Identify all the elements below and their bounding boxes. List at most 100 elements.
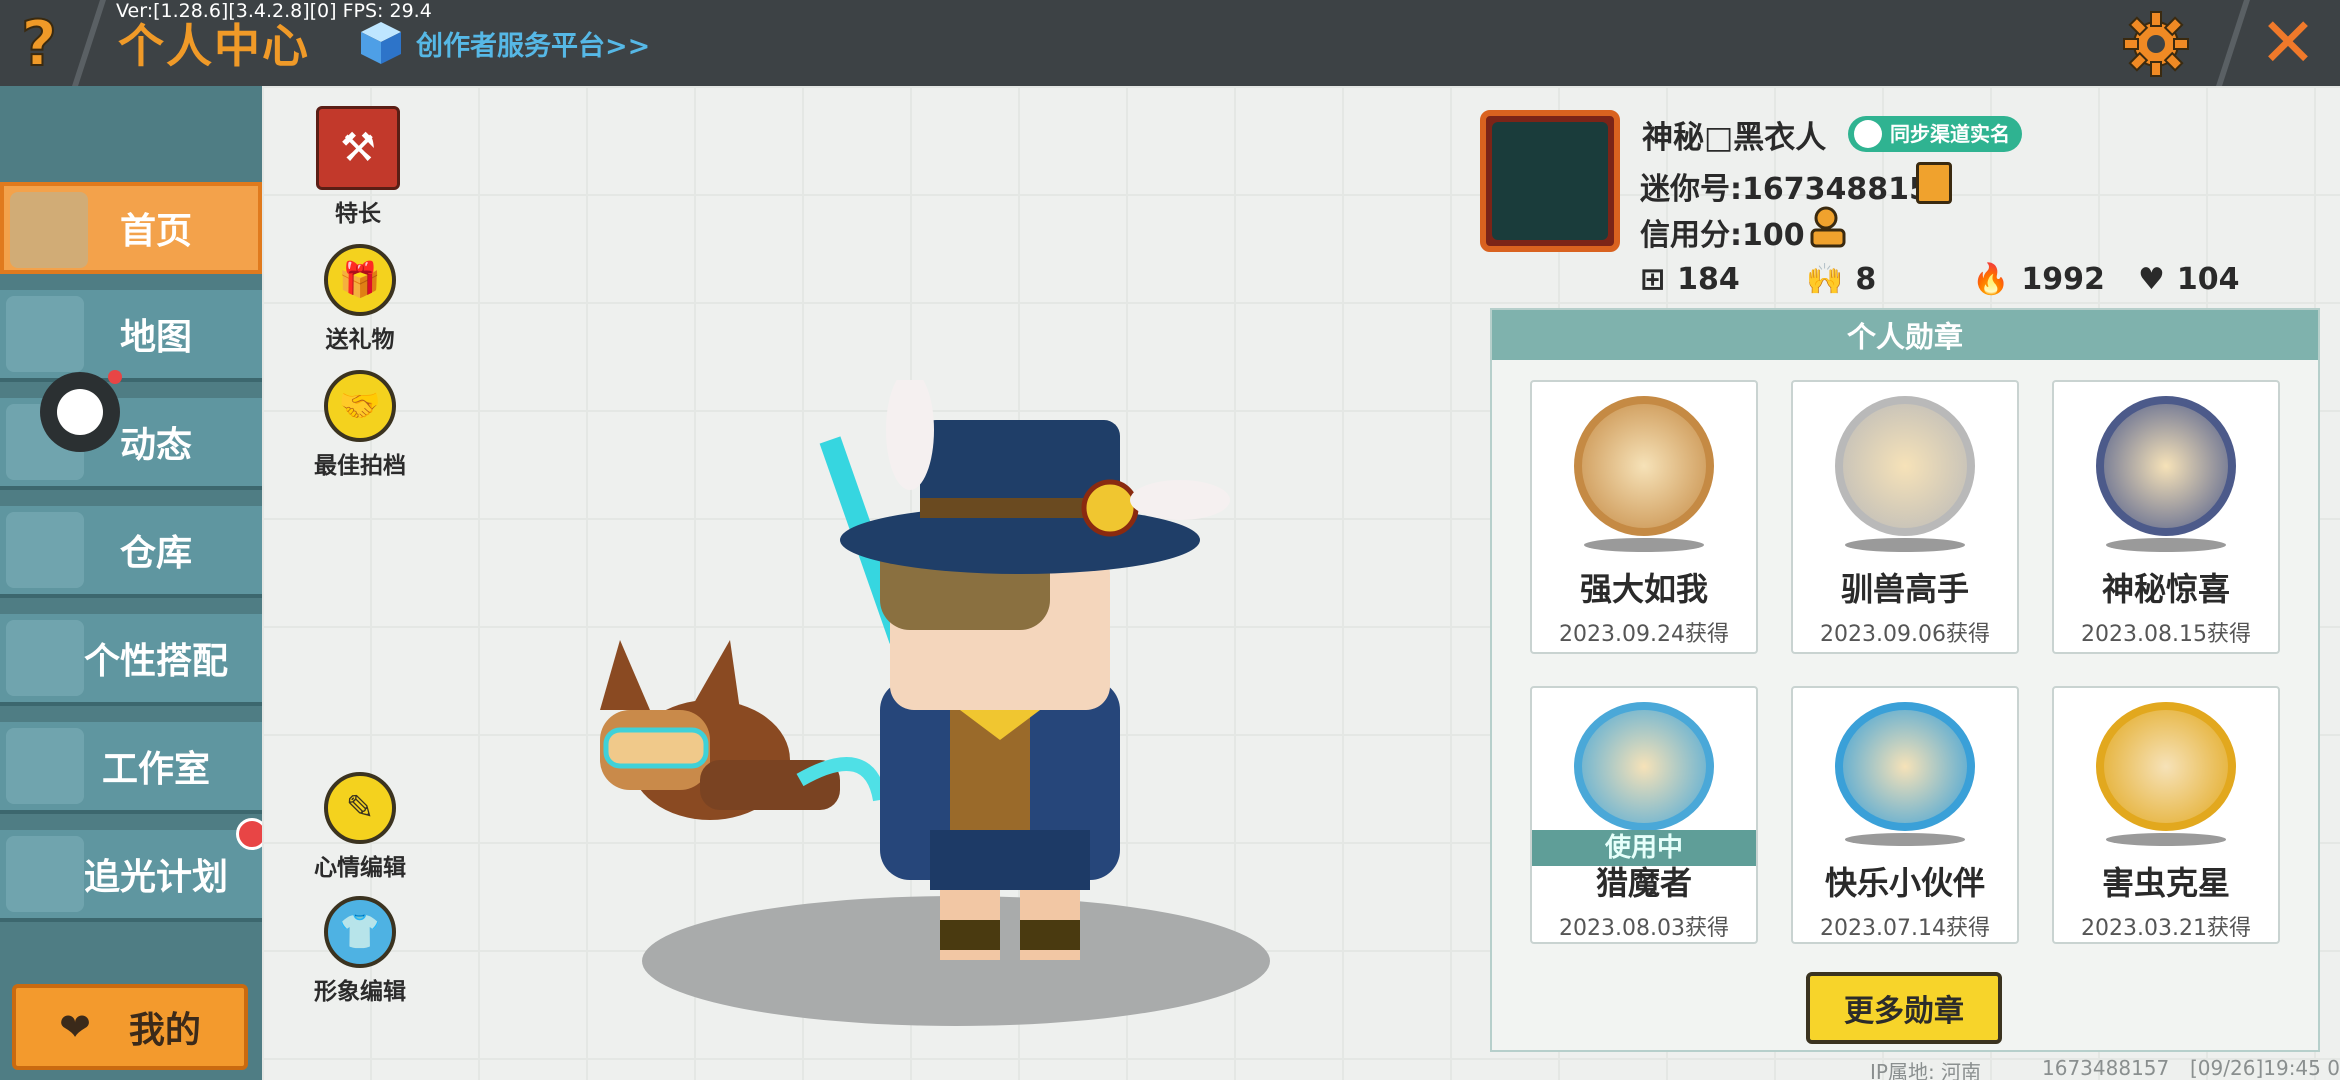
medal-base xyxy=(1845,538,1965,552)
nav-item-studio[interactable]: 工作室 xyxy=(0,722,262,814)
in-use-badge: 使用中 xyxy=(1532,830,1756,866)
stat-likes: ♥ 104 xyxy=(2138,262,2240,297)
my-button-label: 我的 xyxy=(128,1010,201,1051)
credit-score: 信用分:100 xyxy=(1640,218,1805,253)
edit-icon: ✎ xyxy=(324,772,396,844)
medal-card[interactable]: 快乐小伙伴 2023.07.14获得 xyxy=(1791,686,2019,944)
medal-name: 强大如我 xyxy=(1579,570,1708,608)
creator-platform-link[interactable]: 创作者服务平台>> xyxy=(356,18,650,68)
medal-icon xyxy=(1835,702,1975,832)
medal-date: 2023.08.15获得 xyxy=(2081,622,2251,647)
copy-icon[interactable] xyxy=(1916,162,1952,204)
player-character[interactable] xyxy=(580,380,1280,1000)
floating-joystick[interactable] xyxy=(40,372,120,452)
outfit-icon: 👕 xyxy=(324,896,396,968)
send-gift-button[interactable]: 🎁 送礼物 xyxy=(300,244,420,354)
nav-item-label: 工作室 xyxy=(101,749,210,790)
mood-edit-button[interactable]: ✎ 心情编辑 xyxy=(300,772,420,882)
medal-date: 2023.07.14获得 xyxy=(1820,916,1990,941)
stat-fans-value: 8 xyxy=(1855,262,1877,297)
medal-card[interactable]: 害虫克星 2023.03.21获得 xyxy=(2052,686,2280,944)
player-nickname: 神秘□黑衣人 xyxy=(1642,120,1827,156)
close-icon: ✕ xyxy=(2259,4,2317,83)
person-check-icon xyxy=(1854,120,1882,148)
help-button[interactable]: ? xyxy=(0,0,78,86)
stat-heat-value: 1992 xyxy=(2021,262,2105,297)
medal-base xyxy=(2106,833,2226,846)
divider xyxy=(2216,0,2250,86)
top-bar: ? Ver:[1.28.6][3.4.2.8][0] FPS: 29.4 个人中… xyxy=(0,0,2340,86)
more-medals-label: 更多勋章 xyxy=(1844,994,1964,1029)
plus-box-icon: ⊞ xyxy=(1640,262,1666,297)
medal-card[interactable]: 驯兽高手 2023.09.06获得 xyxy=(1791,380,2019,654)
nav-item-label: 仓库 xyxy=(119,533,192,574)
medal-icon xyxy=(2096,702,2236,832)
credit-info-icon[interactable] xyxy=(1808,206,1848,248)
stat-plus-value: 184 xyxy=(1677,262,1740,297)
look-edit-label: 形象编辑 xyxy=(314,979,406,1005)
close-button[interactable]: ✕ xyxy=(2250,8,2326,80)
more-medals-button[interactable]: 更多勋章 xyxy=(1806,972,2002,1044)
sync-badge-label: 同步渠道实名 xyxy=(1890,122,2010,146)
medal-date: 2023.03.21获得 xyxy=(2081,916,2251,941)
nav-item-home[interactable]: 首页 xyxy=(0,182,262,274)
medal-name: 驯兽高手 xyxy=(1840,570,1969,608)
specialty-button[interactable]: ⚒ 特长 xyxy=(298,106,418,228)
stat-heat: 🔥 1992 xyxy=(1972,262,2105,297)
nav-item-label: 首页 xyxy=(119,211,192,252)
medal-card[interactable]: 强大如我 2023.09.24获得 xyxy=(1530,380,1758,654)
creator-link-label: 创作者服务平台>> xyxy=(416,30,651,62)
gift-icon: 🎁 xyxy=(324,244,396,316)
ip-location: IP属地: 河南 xyxy=(1870,1060,1982,1080)
handshake-icon: 🤝 xyxy=(324,370,396,442)
notification-dot xyxy=(108,370,122,384)
medal-icon xyxy=(1574,396,1714,536)
nav-item-warehouse[interactable]: 仓库 xyxy=(0,506,262,598)
heart-icon: ❤ xyxy=(59,1005,91,1049)
send-gift-label: 送礼物 xyxy=(325,327,395,353)
stat-likes-value: 104 xyxy=(2176,262,2240,297)
footer-timestamp: [09/26]19:45 0 xyxy=(2190,1056,2340,1080)
mood-edit-label: 心情编辑 xyxy=(314,855,406,881)
best-partner-button[interactable]: 🤝 最佳拍档 xyxy=(300,370,420,480)
look-edit-button[interactable]: 👕 形象编辑 xyxy=(300,896,420,1006)
nav-item-outfit[interactable]: 个性搭配 xyxy=(0,614,262,706)
medal-icon xyxy=(1574,702,1714,832)
medal-base xyxy=(1584,538,1704,552)
medal-name: 神秘惊喜 xyxy=(2101,570,2230,608)
gear-icon[interactable] xyxy=(2120,8,2192,80)
stat-plus: ⊞ 184 xyxy=(1640,262,1740,297)
nav-item-label: 地图 xyxy=(119,317,192,358)
medal-name: 快乐小伙伴 xyxy=(1824,864,1985,902)
cube-icon xyxy=(361,22,401,64)
medal-base xyxy=(1845,833,1965,846)
pet-companion xyxy=(600,640,887,820)
nav-item-chase-light[interactable]: 追光计划 xyxy=(0,830,262,922)
specialty-label: 特长 xyxy=(335,201,381,227)
best-partner-label: 最佳拍档 xyxy=(314,453,406,479)
cheer-icon: 🙌 xyxy=(1806,262,1844,297)
nav-item-map[interactable]: 地图 xyxy=(0,290,262,382)
medal-card[interactable]: 神秘惊喜 2023.08.15获得 xyxy=(2052,380,2280,654)
medal-icon xyxy=(2096,396,2236,536)
stat-fans: 🙌 8 xyxy=(1806,262,1876,297)
footer-uid: 1673488157 xyxy=(2042,1056,2170,1080)
nav-item-label: 个性搭配 xyxy=(83,641,228,682)
medal-date: 2023.09.24获得 xyxy=(1559,622,1729,647)
heart-icon: ♥ xyxy=(2138,262,2165,297)
avatar[interactable] xyxy=(1480,110,1620,252)
flame-icon: 🔥 xyxy=(1972,262,2010,297)
medal-panel-title: 个人勋章 xyxy=(1492,310,2318,360)
medal-card[interactable]: 使用中 猎魔者 2023.08.03获得 xyxy=(1530,686,1758,944)
medal-base xyxy=(2106,538,2226,552)
mini-id: 迷你号:1673488157 xyxy=(1640,172,1951,207)
medal-date: 2023.09.06获得 xyxy=(1820,622,1990,647)
my-button[interactable]: ❤ 我的 xyxy=(12,984,248,1070)
sync-realname-badge[interactable]: 同步渠道实名 xyxy=(1848,116,2022,152)
page-title: 个人中心 xyxy=(118,19,310,73)
medal-name: 害虫克星 xyxy=(2101,864,2230,902)
medal-date: 2023.08.03获得 xyxy=(1559,916,1729,941)
medal-icon xyxy=(1835,396,1975,536)
hammer-icon: ⚒ xyxy=(316,106,400,190)
nav-item-label: 追光计划 xyxy=(83,857,228,898)
